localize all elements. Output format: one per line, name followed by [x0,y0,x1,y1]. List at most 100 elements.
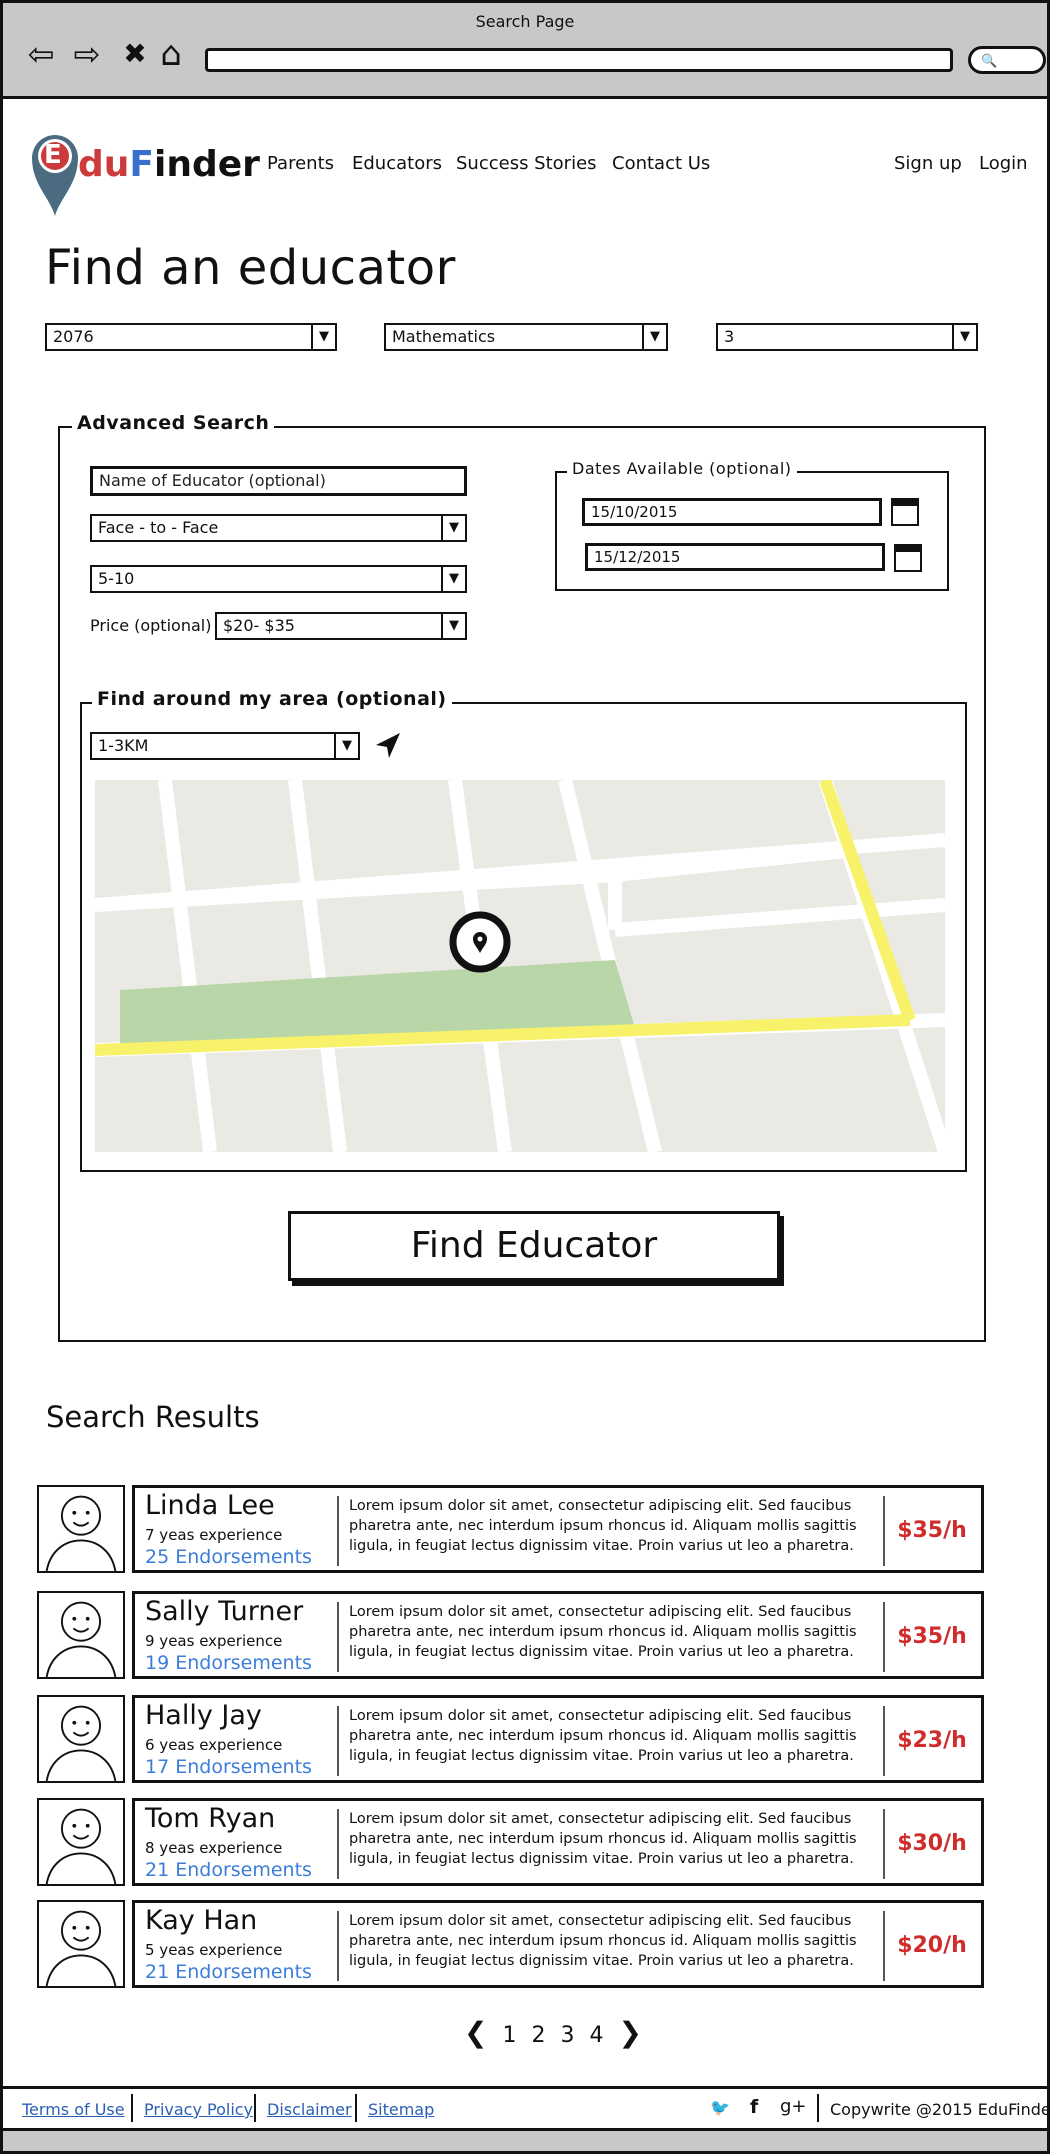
postcode-value: 2076 [53,327,94,346]
result-experience: 6 yeas experience [145,1736,283,1754]
chevron-down-icon: ▼ [441,567,465,591]
result-card[interactable]: Linda Lee 7 yeas experience 25 Endorseme… [132,1485,984,1573]
footer-terms-link[interactable]: Terms of Use [22,2100,125,2119]
result-description: Lorem ipsum dolor sit amet, consectetur … [337,1809,867,1879]
calendar-icon[interactable] [894,544,922,572]
page-link[interactable]: 2 [531,2023,545,2048]
result-description: Lorem ipsum dolor sit amet, consectetur … [337,1602,867,1672]
grade-select[interactable]: 3 ▼ [716,323,978,351]
result-name[interactable]: Kay Han [145,1905,257,1936]
nav-success-stories[interactable]: Success Stories [456,153,597,174]
forward-icon[interactable]: ⇨ [68,36,106,72]
prev-page-icon[interactable]: ❮ [464,2016,487,2049]
result-name[interactable]: Linda Lee [145,1490,275,1521]
avatar-icon [37,1695,125,1783]
browser-status-bar [0,2128,1050,2154]
chevron-down-icon: ▼ [441,516,465,540]
radius-value: 1-3KM [98,736,149,755]
subject-value: Mathematics [392,327,496,346]
logo-wordmark[interactable]: duFinder [78,144,260,185]
result-name[interactable]: Tom Ryan [145,1803,275,1834]
date-to-input[interactable]: 15/12/2015 [585,543,885,571]
radius-select[interactable]: 1-3KM ▼ [90,732,360,760]
google-plus-icon[interactable]: g+ [780,2096,807,2117]
page-link[interactable]: 3 [560,2023,574,2048]
result-description: Lorem ipsum dolor sit amet, consectetur … [337,1706,867,1776]
result-card[interactable]: Kay Han 5 yeas experience 21 Endorsement… [132,1900,984,1988]
chevron-down-icon: ▼ [441,614,465,638]
page-title: Find an educator [45,240,456,296]
area-legend: Find around my area (optional) [92,688,452,710]
price-select[interactable]: $20- $35 ▼ [215,612,467,640]
age-range-value: 5-10 [98,569,135,588]
result-name[interactable]: Hally Jay [145,1700,262,1731]
result-description: Lorem ipsum dolor sit amet, consectetur … [337,1911,867,1981]
back-icon[interactable]: ⇦ [22,36,60,72]
session-mode-value: Face - to - Face [98,518,219,537]
find-educator-button[interactable]: Find Educator [288,1211,780,1281]
date-to-value: 15/12/2015 [594,548,681,566]
footer-divider [355,2094,357,2122]
search-results-title: Search Results [46,1400,260,1434]
locate-arrow-icon[interactable] [372,730,404,762]
footer-privacy-link[interactable]: Privacy Policy [144,2100,253,2119]
page-link[interactable]: 1 [502,2023,516,2048]
result-description: Lorem ipsum dolor sit amet, consectetur … [337,1496,867,1566]
stop-icon[interactable]: ✖ [116,36,154,72]
result-card[interactable]: Sally Turner 9 yeas experience 19 Endors… [132,1591,984,1679]
footer-disclaimer-link[interactable]: Disclaimer [267,2100,352,2119]
logo-f: F [129,144,154,185]
postcode-select[interactable]: 2076 ▼ [45,323,337,351]
result-card[interactable]: Hally Jay 6 yeas experience 17 Endorseme… [132,1695,984,1783]
session-mode-select[interactable]: Face - to - Face ▼ [90,514,467,542]
chevron-down-icon: ▼ [334,734,358,758]
result-endorsements[interactable]: 21 Endorsements [145,1859,312,1881]
result-price: $35/h [883,1496,979,1566]
chevron-down-icon: ▼ [952,325,976,349]
result-endorsements[interactable]: 19 Endorsements [145,1652,312,1674]
result-price: $20/h [883,1911,979,1981]
result-card[interactable]: Tom Ryan 8 yeas experience 21 Endorsemen… [132,1798,984,1886]
nav-educators[interactable]: Educators [352,153,442,174]
result-experience: 9 yeas experience [145,1632,283,1650]
result-name[interactable]: Sally Turner [145,1596,303,1627]
date-from-input[interactable]: 15/10/2015 [582,498,882,526]
grade-value: 3 [724,327,735,346]
window-title: Search Page [475,12,575,31]
footer-divider [254,2094,256,2122]
chevron-down-icon: ▼ [642,325,666,349]
page-link[interactable]: 4 [589,2023,603,2048]
result-experience: 5 yeas experience [145,1941,283,1959]
nav-parents[interactable]: Parents [267,153,334,174]
search-icon: 🔍 [981,54,998,69]
educator-name-input[interactable]: Name of Educator (optional) [90,466,467,496]
twitter-icon[interactable]: 🐦 [710,2098,730,2117]
logo-letter: E [44,140,62,170]
age-range-select[interactable]: 5-10 ▼ [90,565,467,593]
result-price: $23/h [883,1706,979,1776]
result-experience: 7 yeas experience [145,1526,283,1544]
footer-divider [131,2094,133,2122]
avatar-icon [37,1798,125,1886]
footer-divider [817,2094,819,2122]
copyright: Copywrite @2015 EduFinder [830,2100,1050,2119]
map[interactable] [95,780,945,1152]
price-label: Price (optional) [90,616,212,635]
dates-legend: Dates Available (optional) [567,459,797,478]
sign-up-link[interactable]: Sign up [894,153,962,174]
result-endorsements[interactable]: 17 Endorsements [145,1756,312,1778]
result-endorsements[interactable]: 21 Endorsements [145,1961,312,1983]
footer-sitemap-link[interactable]: Sitemap [368,2100,434,2119]
calendar-icon[interactable] [891,498,919,526]
url-bar[interactable] [205,48,953,72]
result-price: $35/h [883,1602,979,1672]
home-icon[interactable]: ⌂ [152,36,190,72]
map-pin-icon[interactable] [472,932,488,954]
subject-select[interactable]: Mathematics ▼ [384,323,668,351]
result-endorsements[interactable]: 25 Endorsements [145,1546,312,1568]
browser-search-box[interactable]: 🔍 [968,46,1046,74]
next-page-icon[interactable]: ❯ [618,2016,641,2049]
login-link[interactable]: Login [979,153,1028,174]
nav-contact-us[interactable]: Contact Us [612,153,710,174]
facebook-icon[interactable]: f [750,2096,758,2118]
